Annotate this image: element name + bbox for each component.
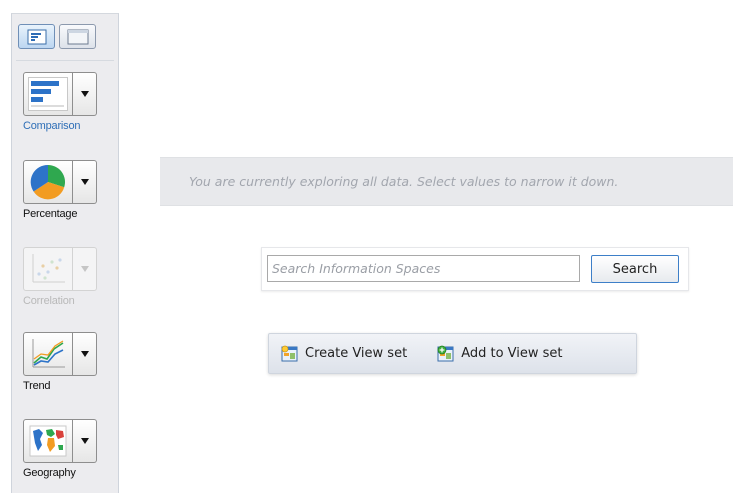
correlation-chart-button[interactable] [23, 247, 73, 291]
viewset-toolbar: Create View set Add to View set [268, 333, 637, 374]
chevron-down-icon [80, 351, 89, 357]
trend-chart-button[interactable] [23, 332, 73, 376]
geography-chart-button[interactable] [23, 419, 73, 463]
info-banner: You are currently exploring all data. Se… [160, 157, 733, 206]
chart-type-percentage: Percentage [23, 160, 97, 220]
chevron-down-icon [80, 266, 89, 272]
chart-view-toggle[interactable] [18, 24, 55, 49]
create-view-set-label: Create View set [305, 346, 408, 361]
chart-type-comparison: Comparison [23, 72, 97, 132]
create-view-set-icon [281, 345, 298, 361]
search-panel: Search [261, 247, 689, 291]
chevron-down-icon [80, 179, 89, 185]
chart-type-correlation: Correlation [23, 247, 97, 307]
add-to-view-set-icon [437, 345, 454, 361]
line-chart-icon [32, 339, 65, 368]
banner-text: You are currently exploring all data. Se… [189, 174, 619, 189]
bar-chart-icon [28, 77, 68, 111]
pie-chart-icon [30, 164, 66, 200]
geography-dropdown-button[interactable] [73, 419, 97, 463]
chevron-down-icon [80, 438, 89, 444]
table-view-icon [67, 29, 88, 44]
table-view-toggle[interactable] [59, 24, 96, 49]
chart-palette: Comparison Percentage Correlation Trend … [11, 13, 119, 493]
chart-type-label: Percentage [23, 208, 78, 220]
comparison-chart-button[interactable] [23, 72, 73, 116]
scatter-chart-icon [32, 254, 65, 283]
map-icon [29, 425, 67, 457]
add-to-view-set-label: Add to View set [461, 346, 563, 361]
chart-type-geography: Geography [23, 419, 97, 479]
add-to-view-set-button[interactable]: Add to View set [437, 345, 563, 363]
chart-type-label: Trend [23, 380, 51, 392]
correlation-dropdown-button[interactable] [73, 247, 97, 291]
view-toggle [18, 24, 96, 49]
palette-divider [16, 60, 114, 61]
search-button[interactable]: Search [591, 255, 679, 283]
chart-type-label: Correlation [23, 295, 75, 307]
comparison-dropdown-button[interactable] [73, 72, 97, 116]
percentage-dropdown-button[interactable] [73, 160, 97, 204]
chevron-down-icon [80, 91, 89, 97]
search-input[interactable] [267, 255, 580, 282]
chart-type-trend: Trend [23, 332, 97, 392]
trend-dropdown-button[interactable] [73, 332, 97, 376]
percentage-chart-button[interactable] [23, 160, 73, 204]
chart-type-label: Geography [23, 467, 76, 479]
create-view-set-button[interactable]: Create View set [281, 345, 407, 363]
chart-list-icon [27, 29, 46, 44]
chart-type-label: Comparison [23, 120, 81, 132]
